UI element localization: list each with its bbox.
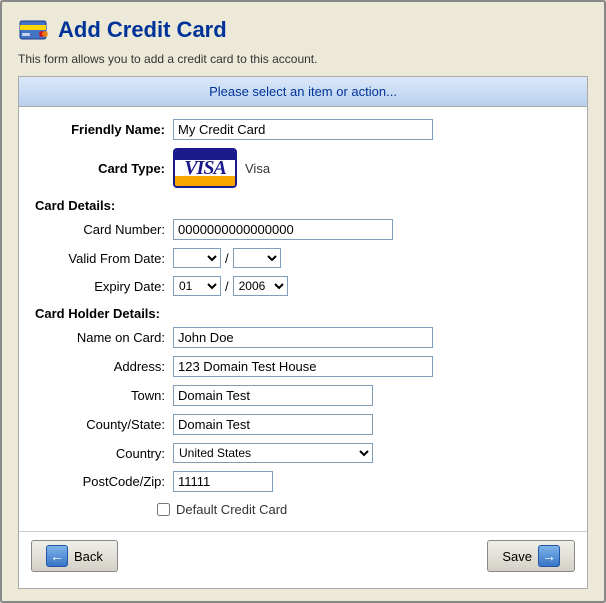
valid-from-label: Valid From Date: (35, 251, 165, 266)
window-icon (18, 14, 50, 46)
back-arrow-icon: ← (46, 545, 68, 567)
back-button[interactable]: ← Back (31, 540, 118, 572)
save-arrow-icon: → (538, 545, 560, 567)
expiry-date-row: Expiry Date: 01 02 03 / 2006 2007 (35, 276, 571, 296)
county-input[interactable] (173, 414, 373, 435)
county-row: County/State: (35, 414, 571, 435)
valid-from-date: / (173, 248, 281, 268)
expiry-date-label: Expiry Date: (35, 279, 165, 294)
card-type-row: Card Type: VISA Visa (35, 148, 571, 188)
valid-from-row: Valid From Date: / (35, 248, 571, 268)
card-type-label: Card Type: (35, 161, 165, 176)
country-row: Country: United States United Kingdom Ca… (35, 443, 571, 463)
default-label[interactable]: Default Credit Card (176, 502, 287, 517)
action-bar: Please select an item or action... (19, 77, 587, 107)
add-credit-card-window: Add Credit Card This form allows you to … (0, 0, 606, 603)
valid-from-year-select[interactable] (233, 248, 281, 268)
postcode-input[interactable] (173, 471, 273, 492)
default-checkbox[interactable] (157, 503, 170, 516)
default-checkbox-row: Default Credit Card (157, 502, 587, 517)
expiry-year-select[interactable]: 2006 2007 (233, 276, 288, 296)
card-holder-heading: Card Holder Details: (35, 306, 587, 321)
card-number-label: Card Number: (35, 222, 165, 237)
subtitle: This form allows you to add a credit car… (18, 52, 588, 66)
postcode-label: PostCode/Zip: (35, 474, 165, 489)
save-button[interactable]: Save → (487, 540, 575, 572)
county-label: County/State: (35, 417, 165, 432)
card-type-container: VISA Visa (173, 148, 270, 188)
friendly-name-input[interactable] (173, 119, 433, 140)
town-label: Town: (35, 388, 165, 403)
save-label: Save (502, 549, 532, 564)
country-label: Country: (35, 446, 165, 461)
visa-logo: VISA (173, 148, 237, 188)
content-area: Please select an item or action... Frien… (18, 76, 588, 589)
title-bar: Add Credit Card (18, 14, 588, 46)
back-label: Back (74, 549, 103, 564)
name-label: Name on Card: (35, 330, 165, 345)
expiry-month-select[interactable]: 01 02 03 (173, 276, 221, 296)
page-title: Add Credit Card (58, 17, 227, 43)
country-select[interactable]: United States United Kingdom Canada (173, 443, 373, 463)
address-input[interactable] (173, 356, 433, 377)
postcode-row: PostCode/Zip: (35, 471, 571, 492)
friendly-name-label: Friendly Name: (35, 122, 165, 137)
name-input[interactable] (173, 327, 433, 348)
town-row: Town: (35, 385, 571, 406)
valid-from-month-select[interactable] (173, 248, 221, 268)
footer-row: ← Back Save → (19, 531, 587, 572)
card-number-row: Card Number: (35, 219, 571, 240)
town-input[interactable] (173, 385, 373, 406)
card-number-input[interactable] (173, 219, 393, 240)
name-row: Name on Card: (35, 327, 571, 348)
card-details-heading: Card Details: (35, 198, 587, 213)
visa-text: VISA (184, 157, 226, 180)
address-label: Address: (35, 359, 165, 374)
address-row: Address: (35, 356, 571, 377)
expiry-date: 01 02 03 / 2006 2007 (173, 276, 288, 296)
friendly-name-row: Friendly Name: (35, 119, 571, 140)
card-type-name: Visa (245, 161, 270, 176)
